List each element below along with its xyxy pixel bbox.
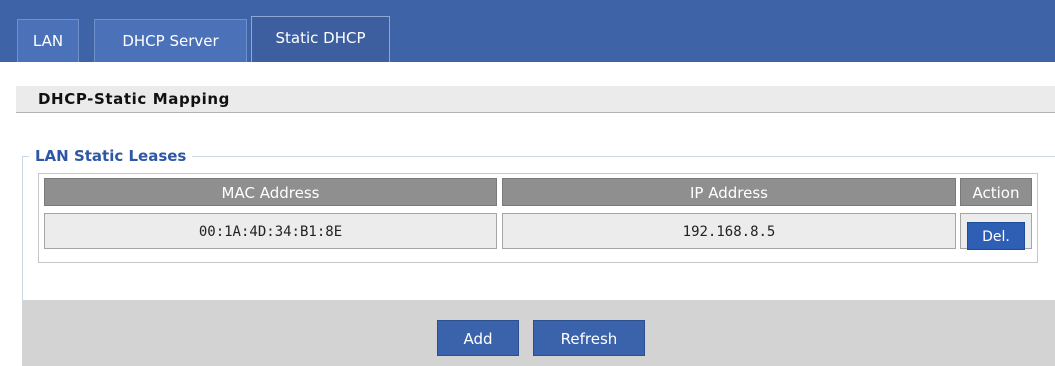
static-leases-legend: LAN Static Leases: [29, 147, 193, 165]
column-header-action: Action: [960, 178, 1032, 206]
tab-dhcp-server[interactable]: DHCP Server: [94, 19, 247, 62]
section-title: DHCP-Static Mapping: [16, 86, 1055, 113]
lease-mac-cell: 00:1A:4D:34:B1:8E: [44, 213, 497, 249]
delete-lease-button[interactable]: Del.: [967, 222, 1025, 250]
lease-ip-cell: 192.168.8.5: [502, 213, 956, 249]
refresh-button[interactable]: Refresh: [533, 320, 645, 356]
tab-static-dhcp[interactable]: Static DHCP: [251, 16, 390, 62]
tab-bar: LAN DHCP Server Static DHCP: [0, 0, 1055, 62]
tab-lan[interactable]: LAN: [17, 19, 79, 62]
add-button[interactable]: Add: [437, 320, 519, 356]
column-header-ip: IP Address: [502, 178, 956, 206]
column-header-mac: MAC Address: [44, 178, 497, 206]
